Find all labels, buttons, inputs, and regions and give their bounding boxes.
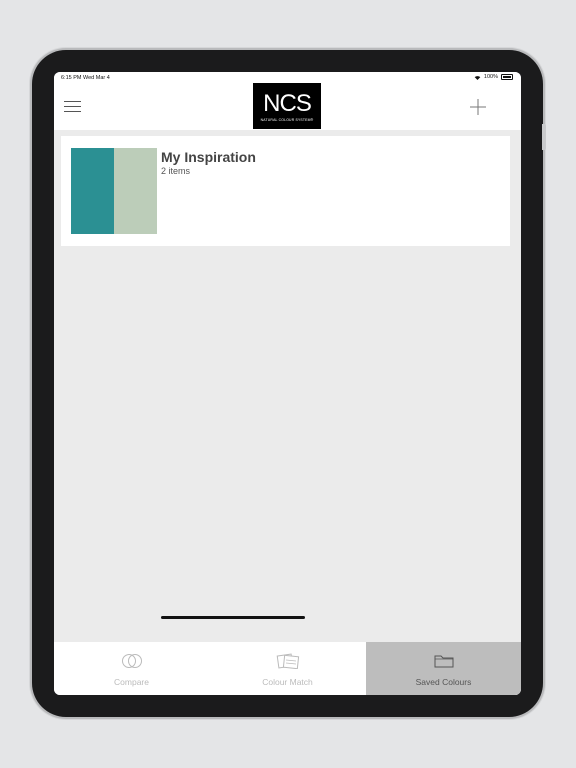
collection-card[interactable]: My Inspiration 2 items: [61, 136, 510, 246]
tab-colour-match[interactable]: Colour Match: [210, 642, 365, 695]
colour-match-icon: [276, 653, 299, 669]
app-screen: 6:15 PM Wed Mar 4 100% NCS NATURAL COLOU…: [54, 72, 521, 695]
navigation-bar: NCS NATURAL COLOUR SYSTEM®: [54, 83, 521, 130]
tab-compare-label: Compare: [114, 677, 149, 687]
colour-swatch: [114, 148, 157, 234]
hamburger-menu-icon[interactable]: [64, 100, 81, 114]
home-indicator: [161, 616, 305, 619]
add-icon[interactable]: [469, 98, 487, 116]
tab-bar: Compare Colour Match Saved Colours: [54, 642, 521, 695]
compare-icon: [121, 654, 142, 668]
tab-compare[interactable]: Compare: [54, 642, 209, 695]
tab-saved-colours[interactable]: Saved Colours: [366, 642, 521, 695]
logo-subtitle: NATURAL COLOUR SYSTEM®: [260, 118, 314, 122]
logo-text: NCS: [263, 90, 312, 117]
tab-colour-match-label: Colour Match: [262, 677, 313, 687]
ncs-logo: NCS NATURAL COLOUR SYSTEM®: [253, 83, 321, 129]
status-indicators: 100%: [474, 74, 513, 80]
collection-title: My Inspiration: [161, 149, 256, 165]
folder-icon: [434, 655, 453, 668]
battery-icon: [501, 74, 513, 80]
colour-swatch: [71, 148, 114, 234]
status-time: 6:15 PM Wed Mar 4: [61, 75, 110, 81]
tab-saved-colours-label: Saved Colours: [415, 677, 472, 687]
battery-percent: 100%: [483, 74, 498, 80]
collection-count: 2 items: [161, 166, 191, 176]
wifi-icon: [474, 75, 481, 80]
device-side-button: [542, 124, 546, 150]
